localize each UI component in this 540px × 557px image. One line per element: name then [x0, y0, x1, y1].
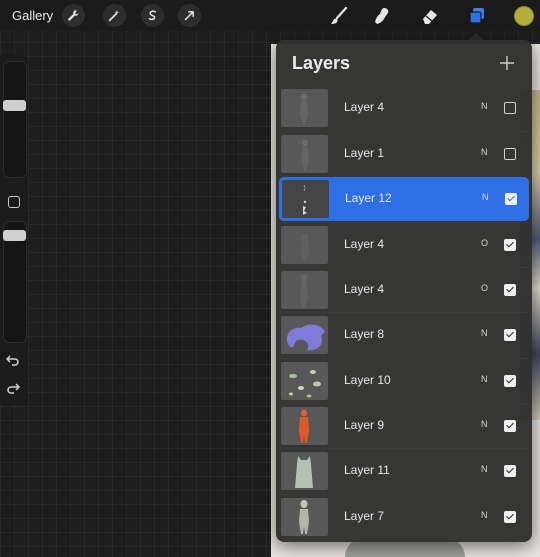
layer-thumbnail [281, 316, 328, 354]
layer-name: Layer 9 [344, 418, 385, 432]
blend-mode[interactable]: N [482, 192, 489, 202]
layer-thumbnail [281, 89, 328, 127]
layer-thumbnail [281, 498, 328, 536]
visibility-checkbox[interactable] [504, 511, 516, 523]
blend-mode[interactable]: N [481, 374, 488, 384]
plus-icon[interactable] [498, 54, 516, 72]
visibility-checkbox[interactable] [504, 239, 516, 251]
wrench-icon[interactable] [62, 4, 85, 27]
redo-icon[interactable] [6, 381, 22, 395]
color-picker-swatch[interactable] [514, 6, 534, 26]
top-toolbar: Gallery [0, 0, 540, 31]
layer-name: Layer 11 [344, 463, 390, 477]
eraser-icon[interactable] [418, 4, 441, 27]
gallery-button[interactable]: Gallery [12, 8, 53, 23]
blend-mode[interactable]: N [481, 328, 488, 338]
layer-name: Layer 4 [344, 100, 385, 114]
layer-name: Layer 1 [344, 146, 385, 160]
blend-mode[interactable]: N [481, 464, 488, 474]
visibility-checkbox[interactable] [504, 375, 516, 387]
layer-row-selected[interactable]: Layer 12 N [279, 177, 529, 221]
opacity-handle[interactable] [3, 230, 26, 241]
visibility-checkbox[interactable] [504, 148, 516, 160]
panel-title: Layers [292, 53, 351, 73]
modify-button[interactable] [8, 196, 20, 208]
transform-arrow-icon[interactable] [178, 4, 201, 27]
undo-icon[interactable] [5, 353, 22, 367]
layer-thumbnail [281, 226, 328, 264]
blend-mode[interactable]: N [481, 101, 488, 111]
visibility-checkbox[interactable] [504, 465, 516, 477]
layer-row[interactable]: Layer 4 N [278, 86, 529, 130]
visibility-checkbox[interactable] [504, 102, 516, 114]
left-sidebar [0, 55, 28, 405]
layer-name: Layer 10 [344, 373, 391, 387]
visibility-checkbox[interactable] [504, 420, 516, 432]
blend-mode[interactable]: N [481, 147, 488, 157]
visibility-checkbox[interactable] [504, 284, 516, 296]
layer-name: Layer 8 [344, 327, 385, 341]
layer-name: Layer 4 [344, 282, 385, 296]
brush-size-slider[interactable] [3, 61, 27, 178]
blend-mode[interactable]: N [481, 510, 488, 520]
brush-size-handle[interactable] [3, 100, 26, 111]
layer-row[interactable]: Layer 10 N [278, 358, 529, 403]
layer-thumbnail [282, 180, 329, 218]
layers-panel: Layers Layer 4 N Layer 1 N Layer 12 N La… [276, 40, 532, 542]
layer-name: Layer 7 [344, 509, 385, 523]
layer-row[interactable]: Layer 7 N [278, 494, 529, 539]
layer-thumbnail [281, 407, 328, 445]
layer-thumbnail [281, 135, 328, 173]
opacity-slider[interactable] [3, 221, 27, 343]
layer-row[interactable]: Layer 4 O [278, 222, 529, 267]
blend-mode[interactable]: N [481, 419, 488, 429]
layer-name: Layer 12 [345, 191, 392, 205]
layer-row[interactable]: Layer 1 N [278, 131, 529, 176]
layers-icon[interactable] [465, 4, 488, 27]
layer-thumbnail [281, 452, 328, 490]
blend-mode[interactable]: O [481, 283, 488, 293]
layer-row[interactable]: Layer 4 O [278, 267, 529, 312]
blend-mode[interactable]: O [481, 238, 488, 248]
brush-icon[interactable] [327, 4, 350, 27]
layer-row[interactable]: Layer 11 N [278, 448, 529, 493]
selection-icon[interactable] [141, 4, 164, 27]
layer-row[interactable]: Layer 9 N [278, 403, 529, 448]
magic-wand-icon[interactable] [103, 4, 126, 27]
layer-thumbnail [281, 271, 328, 309]
layer-row[interactable]: Layer 8 N [278, 312, 529, 357]
layer-name: Layer 4 [344, 237, 385, 251]
smudge-icon[interactable] [370, 4, 393, 27]
visibility-checkbox[interactable] [504, 329, 516, 341]
visibility-checkbox[interactable] [505, 193, 517, 205]
layer-thumbnail [281, 362, 328, 400]
